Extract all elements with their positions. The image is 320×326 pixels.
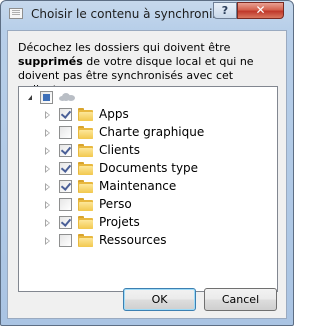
tree-item-row[interactable]: Ressources <box>19 232 277 250</box>
collapse-arrow-icon[interactable] <box>28 95 32 100</box>
cloud-icon <box>59 93 75 101</box>
instruction-text-start: Décochez les dossiers qui doivent être <box>18 41 231 54</box>
dialog-body: Décochez les dossiers qui doivent être s… <box>7 30 287 319</box>
help-button[interactable]: ? <box>213 2 237 19</box>
folder-label: Projets <box>99 215 140 229</box>
folder-checkbox[interactable] <box>59 234 72 247</box>
title-bar[interactable]: Choisir le contenu à synchroniser ? ✕ <box>1 1 293 29</box>
folder-icon <box>78 198 94 212</box>
folder-checkbox[interactable] <box>59 198 72 211</box>
folder-label: Clients <box>99 143 140 157</box>
expand-arrow-icon[interactable] <box>45 111 50 119</box>
folder-icon <box>78 216 94 230</box>
close-button[interactable]: ✕ <box>237 2 284 19</box>
folder-icon <box>78 108 94 122</box>
folder-icon <box>78 144 94 158</box>
folder-label: Maintenance <box>99 179 177 193</box>
instruction-text-bold: supprimés <box>18 55 83 68</box>
folder-label: Charte graphique <box>99 125 205 139</box>
cancel-button[interactable]: Cancel <box>204 288 277 311</box>
folder-icon <box>78 180 94 194</box>
folder-checkbox[interactable] <box>59 144 72 157</box>
root-checkbox[interactable] <box>40 91 53 104</box>
tree-item-row[interactable]: Perso <box>19 196 277 214</box>
dialog-window: Choisir le contenu à synchroniser ? ✕ Dé… <box>0 0 294 326</box>
folder-label: Ressources <box>99 233 167 247</box>
folder-tree[interactable]: Apps Charte graphique Clients Documents typ… <box>18 86 278 292</box>
tree-item-row[interactable]: Maintenance <box>19 178 277 196</box>
folder-checkbox[interactable] <box>59 216 72 229</box>
folder-checkbox[interactable] <box>59 180 72 193</box>
tree-item-row[interactable]: Charte graphique <box>19 124 277 142</box>
folder-icon <box>78 162 94 176</box>
folder-checkbox[interactable] <box>59 126 72 139</box>
expand-arrow-icon[interactable] <box>45 165 50 173</box>
tree-item-row[interactable]: Apps <box>19 106 277 124</box>
expand-arrow-icon[interactable] <box>45 129 50 137</box>
tree-item-row[interactable]: Projets <box>19 214 277 232</box>
expand-arrow-icon[interactable] <box>45 237 50 245</box>
expand-arrow-icon[interactable] <box>45 219 50 227</box>
expand-arrow-icon[interactable] <box>45 201 50 209</box>
tree-root-row[interactable] <box>19 89 277 107</box>
folder-icon <box>78 126 94 140</box>
tree-item-row[interactable]: Documents type <box>19 160 277 178</box>
tree-item-row[interactable]: Clients <box>19 142 277 160</box>
folder-checkbox[interactable] <box>59 108 72 121</box>
app-window-icon <box>9 8 23 19</box>
dialog-title: Choisir le contenu à synchroniser <box>31 7 232 21</box>
folder-label: Perso <box>99 197 132 211</box>
folder-checkbox[interactable] <box>59 162 72 175</box>
folder-icon <box>78 234 94 248</box>
ok-button[interactable]: OK <box>123 288 196 311</box>
expand-arrow-icon[interactable] <box>45 147 50 155</box>
expand-arrow-icon[interactable] <box>45 183 50 191</box>
folder-label: Apps <box>99 107 129 121</box>
folder-label: Documents type <box>99 161 199 175</box>
